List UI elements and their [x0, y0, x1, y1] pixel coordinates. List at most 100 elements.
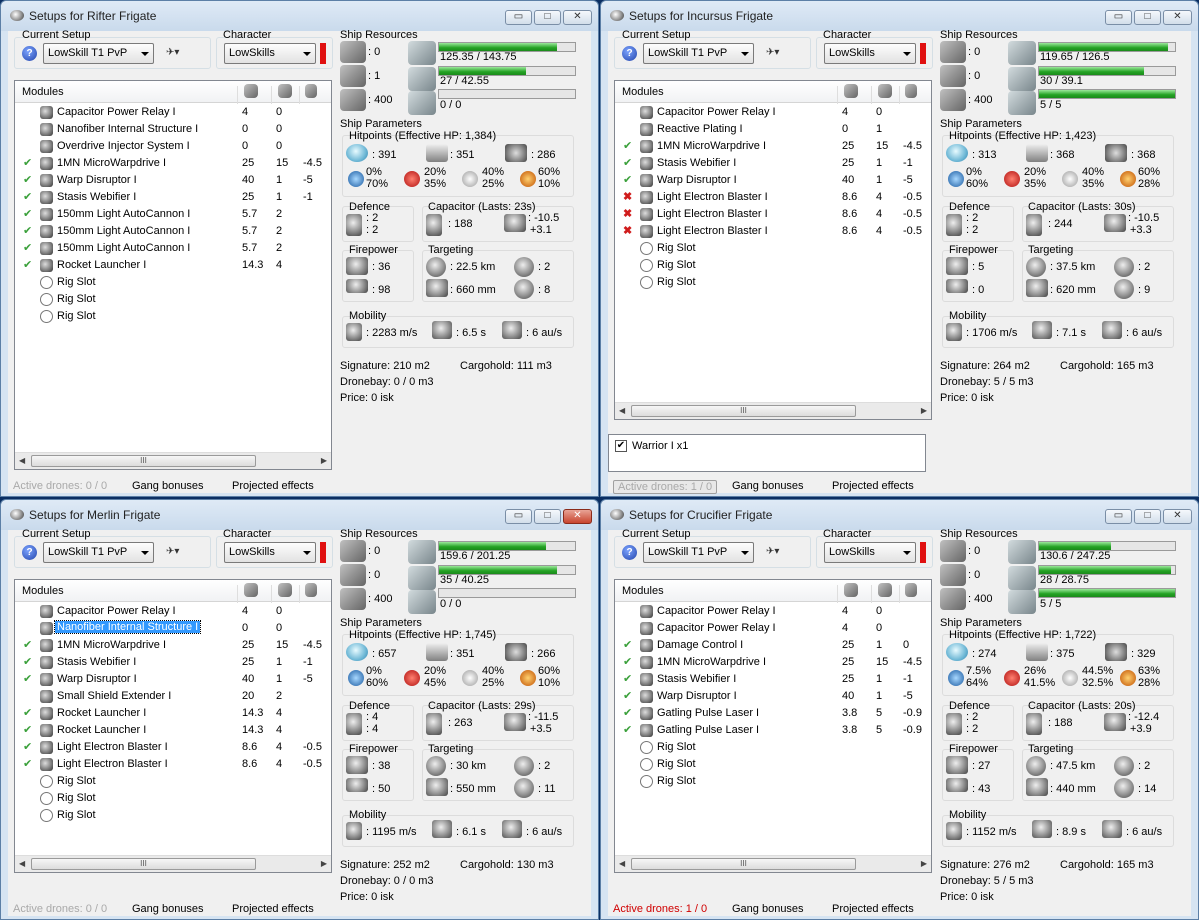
active-check-icon[interactable]: ✔	[623, 706, 632, 719]
minimize-button[interactable]: ▭	[1105, 509, 1132, 524]
active-check-icon[interactable]: ✔	[23, 723, 32, 736]
module-row[interactable]: ✔ 1MN MicroWarpdrive I 25 15 -4.5	[615, 138, 931, 155]
cpu-column-icon[interactable]	[244, 583, 258, 597]
title-bar[interactable]: Setups for Incursus Frigate ▭ □ ✕	[601, 1, 1198, 31]
maximize-button[interactable]: □	[534, 509, 561, 524]
active-check-icon[interactable]: ✔	[23, 207, 32, 220]
title-bar[interactable]: Setups for Rifter Frigate ▭ □ ✕	[1, 1, 598, 31]
scroll-right-icon[interactable]: ▶	[921, 859, 927, 868]
offline-cross-icon[interactable]: ✖	[623, 224, 632, 237]
close-button[interactable]: ✕	[563, 10, 592, 25]
active-check-icon[interactable]: ✔	[623, 723, 632, 736]
minimize-button[interactable]: ▭	[505, 509, 532, 524]
scroll-left-icon[interactable]: ◀	[19, 456, 25, 465]
minimize-button[interactable]: ▭	[505, 10, 532, 25]
modules-list[interactable]: Modules Capacitor Power Relay I 4 0 Reactive…	[614, 80, 932, 420]
setup-select[interactable]: LowSkill T1 PvP	[643, 43, 754, 64]
active-check-icon[interactable]: ✔	[23, 638, 32, 651]
scroll-left-icon[interactable]: ◀	[619, 406, 625, 415]
module-row[interactable]: ✔ 1MN MicroWarpdrive I 25 15 -4.5	[15, 637, 331, 654]
active-check-icon[interactable]: ✔	[23, 757, 32, 770]
active-drones-tab[interactable]: Active drones: 0 / 0	[13, 903, 107, 915]
active-check-icon[interactable]: ✔	[623, 156, 632, 169]
module-row[interactable]: ✔ Gatling Pulse Laser I 3.8 5 -0.9	[615, 722, 931, 739]
close-button[interactable]: ✕	[1163, 509, 1192, 524]
module-row[interactable]: Rig Slot	[15, 790, 331, 807]
active-check-icon[interactable]: ✔	[23, 672, 32, 685]
powergrid-column-icon[interactable]	[278, 84, 292, 98]
module-row[interactable]: Capacitor Power Relay I 4 0	[615, 603, 931, 620]
cpu-column-icon[interactable]	[844, 84, 858, 98]
active-check-icon[interactable]: ✔	[623, 672, 632, 685]
active-check-icon[interactable]: ✔	[23, 173, 32, 186]
projected-effects-tab[interactable]: Projected effects	[232, 903, 314, 915]
module-row[interactable]: Capacitor Power Relay I 4 0	[615, 620, 931, 637]
scroll-left-icon[interactable]: ◀	[19, 859, 25, 868]
help-icon[interactable]: ?	[22, 46, 37, 61]
module-row[interactable]: ✔ Warp Disruptor I 40 1 -5	[615, 172, 931, 189]
module-row[interactable]: ✔ Stasis Webifier I 25 1 -1	[615, 155, 931, 172]
cpu-column-icon[interactable]	[244, 84, 258, 98]
active-drones-tab[interactable]: Active drones: 1 / 0	[613, 903, 707, 915]
help-icon[interactable]: ?	[622, 46, 637, 61]
modules-list[interactable]: Modules Capacitor Power Relay I 4 0 Nanofibe…	[14, 579, 332, 873]
active-check-icon[interactable]: ✔	[23, 224, 32, 237]
module-row[interactable]: ✔ 1MN MicroWarpdrive I 25 15 -4.5	[615, 654, 931, 671]
active-check-icon[interactable]: ✔	[23, 156, 32, 169]
module-row[interactable]: ✖ Light Electron Blaster I 8.6 4 -0.5	[615, 223, 931, 240]
gang-bonuses-tab[interactable]: Gang bonuses	[132, 480, 204, 492]
module-row[interactable]: ✔ Warp Disruptor I 40 1 -5	[615, 688, 931, 705]
horizontal-scrollbar[interactable]: ◀ III ▶	[615, 855, 931, 872]
scroll-thumb[interactable]: III	[31, 455, 256, 467]
active-check-icon[interactable]: ✔	[23, 740, 32, 753]
horizontal-scrollbar[interactable]: ◀ III ▶	[15, 855, 331, 872]
module-row[interactable]: ✔ 150mm Light AutoCannon I 5.7 2	[15, 240, 331, 257]
module-row[interactable]: ✔ 1MN MicroWarpdrive I 25 15 -4.5	[15, 155, 331, 172]
modules-list[interactable]: Modules Capacitor Power Relay I 4 0 Nanofibe…	[14, 80, 332, 470]
ship-menu-icon[interactable]: ✈▾	[166, 546, 190, 562]
gang-bonuses-tab[interactable]: Gang bonuses	[732, 903, 804, 915]
projected-effects-tab[interactable]: Projected effects	[832, 480, 914, 492]
scroll-thumb[interactable]: III	[631, 405, 856, 417]
module-row[interactable]: Rig Slot	[615, 773, 931, 790]
module-row[interactable]: Rig Slot	[615, 274, 931, 291]
setup-select[interactable]: LowSkill T1 PvP	[43, 542, 154, 563]
active-check-icon[interactable]: ✔	[23, 241, 32, 254]
ship-menu-icon[interactable]: ✈▾	[166, 47, 190, 63]
scroll-left-icon[interactable]: ◀	[619, 859, 625, 868]
maximize-button[interactable]: □	[534, 10, 561, 25]
scroll-right-icon[interactable]: ▶	[321, 859, 327, 868]
active-check-icon[interactable]: ✔	[623, 638, 632, 651]
projected-effects-tab[interactable]: Projected effects	[832, 903, 914, 915]
setup-select[interactable]: LowSkill T1 PvP	[643, 542, 754, 563]
module-row[interactable]: ✖ Light Electron Blaster I 8.6 4 -0.5	[615, 206, 931, 223]
scroll-right-icon[interactable]: ▶	[921, 406, 927, 415]
module-row[interactable]: Rig Slot	[615, 257, 931, 274]
module-row[interactable]: Rig Slot	[15, 807, 331, 824]
modules-column-header[interactable]: Modules	[622, 86, 664, 98]
maximize-button[interactable]: □	[1134, 509, 1161, 524]
cpu-column-icon[interactable]	[844, 583, 858, 597]
module-row[interactable]: Small Shield Extender I 20 2	[15, 688, 331, 705]
module-row[interactable]: Rig Slot	[15, 291, 331, 308]
module-row[interactable]: Rig Slot	[15, 274, 331, 291]
gang-bonuses-tab[interactable]: Gang bonuses	[732, 480, 804, 492]
module-row[interactable]: ✔ Rocket Launcher I 14.3 4	[15, 257, 331, 274]
module-row[interactable]: ✔ Stasis Webifier I 25 1 -1	[15, 654, 331, 671]
setup-select[interactable]: LowSkill T1 PvP	[43, 43, 154, 64]
module-row[interactable]: Capacitor Power Relay I 4 0	[615, 104, 931, 121]
active-check-icon[interactable]: ✔	[23, 258, 32, 271]
active-check-icon[interactable]: ✔	[23, 190, 32, 203]
ship-menu-icon[interactable]: ✈▾	[766, 546, 790, 562]
active-check-icon[interactable]: ✔	[623, 139, 632, 152]
close-button[interactable]: ✕	[563, 509, 592, 524]
powergrid-column-icon[interactable]	[278, 583, 292, 597]
module-row[interactable]: ✔ 150mm Light AutoCannon I 5.7 2	[15, 223, 331, 240]
capacitor-column-icon[interactable]	[905, 84, 917, 98]
maximize-button[interactable]: □	[1134, 10, 1161, 25]
module-row[interactable]: Nanofiber Internal Structure I 0 0	[15, 121, 331, 138]
module-row[interactable]: ✔ Warp Disruptor I 40 1 -5	[15, 671, 331, 688]
capacitor-column-icon[interactable]	[305, 84, 317, 98]
capacitor-column-icon[interactable]	[905, 583, 917, 597]
module-row[interactable]: Rig Slot	[15, 773, 331, 790]
